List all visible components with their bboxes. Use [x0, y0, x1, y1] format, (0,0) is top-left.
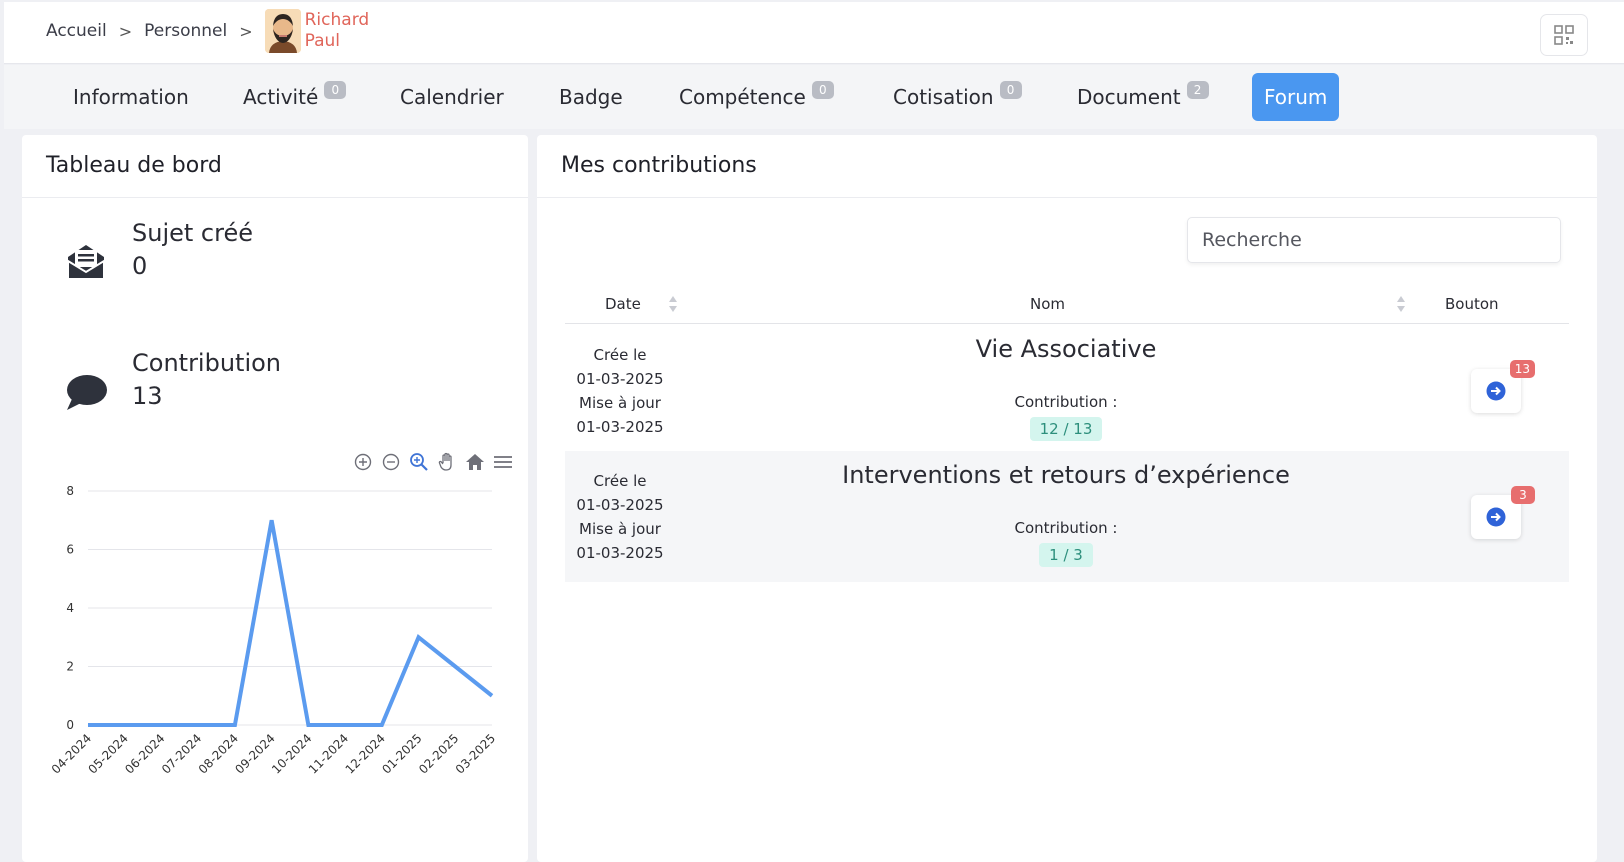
updated-date: 01-03-2025: [576, 418, 664, 436]
y-tick-label: 0: [66, 718, 74, 732]
y-tick-label: 2: [66, 660, 74, 674]
avatar: [264, 9, 301, 53]
table-header-divider: [565, 323, 1569, 324]
column-header-date[interactable]: Date: [605, 295, 641, 313]
tab-label: Forum: [1264, 85, 1328, 109]
dashboard-card: Tableau de bord Sujet créé 0 Contributio…: [22, 135, 528, 862]
top-bar: Accueil > Personnel > Richard Paul: [4, 2, 1624, 64]
column-header-button: Bouton: [1445, 295, 1499, 313]
divider: [537, 197, 1597, 198]
tab-bar: Information Activité 0 Calendrier Badge …: [4, 65, 1624, 129]
tab-document[interactable]: Document 2: [1077, 73, 1209, 121]
tab-count-badge: 2: [1186, 81, 1209, 99]
created-date: 01-03-2025: [576, 370, 664, 388]
arrow-right-circle-icon: [1486, 381, 1506, 401]
tab-label: Compétence: [679, 85, 806, 109]
tab-label: Badge: [559, 85, 623, 109]
table-row: Crée le 01-03-2025 Mise à jour 01-03-202…: [565, 325, 1569, 461]
tab-calendrier[interactable]: Calendrier: [400, 73, 504, 121]
breadcrumb-personnel[interactable]: Personnel: [144, 21, 227, 41]
tab-label: Calendrier: [400, 85, 504, 109]
updated-date: 01-03-2025: [576, 544, 664, 562]
created-date: 01-03-2025: [576, 496, 664, 514]
breadcrumb-home[interactable]: Accueil: [46, 21, 107, 41]
contribution-count: 12 / 13: [1029, 417, 1103, 441]
updated-label: Mise à jour: [579, 520, 661, 538]
sort-arrows-icon[interactable]: [668, 295, 678, 313]
updated-label: Mise à jour: [579, 394, 661, 412]
date-cell: Crée le 01-03-2025 Mise à jour 01-03-202…: [565, 469, 675, 565]
qr-code-button[interactable]: [1540, 14, 1588, 56]
tab-count-badge: 0: [999, 81, 1022, 99]
qr-code-icon: [1554, 25, 1574, 45]
contribution-badge: 13: [1509, 360, 1535, 378]
y-tick-label: 8: [66, 484, 74, 498]
column-header-name[interactable]: Nom: [1030, 295, 1065, 313]
tab-count-badge: 0: [811, 81, 834, 99]
name-cell: Interventions et retours d’expérience Co…: [691, 451, 1441, 567]
tab-label: Information: [73, 85, 189, 109]
table-row: Crée le 01-03-2025 Mise à jour 01-03-202…: [565, 451, 1569, 582]
search-input[interactable]: [1187, 217, 1561, 263]
x-tick-label: 03-2025: [453, 731, 498, 776]
contribution-count: 1 / 3: [1039, 543, 1093, 567]
arrow-right-circle-icon: [1486, 507, 1506, 527]
tab-cotisation[interactable]: Cotisation 0: [893, 73, 1022, 121]
breadcrumb-separator: >: [239, 21, 253, 41]
sort-arrows-icon[interactable]: [1396, 295, 1406, 313]
open-topic-button[interactable]: 3: [1471, 486, 1535, 539]
name-cell: Vie Associative Contribution : 12 / 13: [691, 325, 1441, 441]
tab-label: Document: [1077, 85, 1181, 109]
open-topic-button[interactable]: 13: [1471, 360, 1535, 413]
contribution-label: Contribution :: [1014, 519, 1118, 537]
user-last-name: Paul: [304, 31, 341, 51]
tab-competence[interactable]: Compétence 0: [679, 73, 834, 121]
contributions-card: Mes contributions Date Nom Bouton Crée l…: [537, 135, 1597, 862]
created-label: Crée le: [593, 472, 647, 490]
y-tick-label: 4: [66, 601, 74, 615]
contribution-label: Contribution :: [1014, 393, 1118, 411]
breadcrumb-separator: >: [118, 21, 133, 41]
tab-activite[interactable]: Activité 0: [243, 73, 347, 121]
tab-forum[interactable]: Forum: [1252, 73, 1340, 121]
tab-information[interactable]: Information: [73, 73, 189, 121]
user-first-name: Richard: [304, 10, 370, 30]
tab-label: Activité: [243, 85, 319, 109]
tab-count-badge: 0: [324, 81, 347, 99]
contribution-line-chart: 0246804-202405-202406-202407-202408-2024…: [49, 484, 498, 777]
tab-label: Cotisation: [893, 85, 994, 109]
y-tick-label: 6: [66, 543, 74, 557]
user-name[interactable]: Richard Paul: [305, 10, 370, 52]
forum-topic-name: Vie Associative: [975, 335, 1157, 363]
date-cell: Crée le 01-03-2025 Mise à jour 01-03-202…: [565, 343, 675, 439]
breadcrumb: Accueil > Personnel > Richard Paul: [46, 8, 369, 54]
forum-topic-name: Interventions et retours d’expérience: [842, 461, 1290, 489]
created-label: Crée le: [593, 346, 647, 364]
contributions-title: Mes contributions: [561, 153, 757, 178]
tab-badge[interactable]: Badge: [559, 73, 623, 121]
contribution-badge: 3: [1511, 486, 1535, 504]
series-line: [88, 519, 494, 727]
